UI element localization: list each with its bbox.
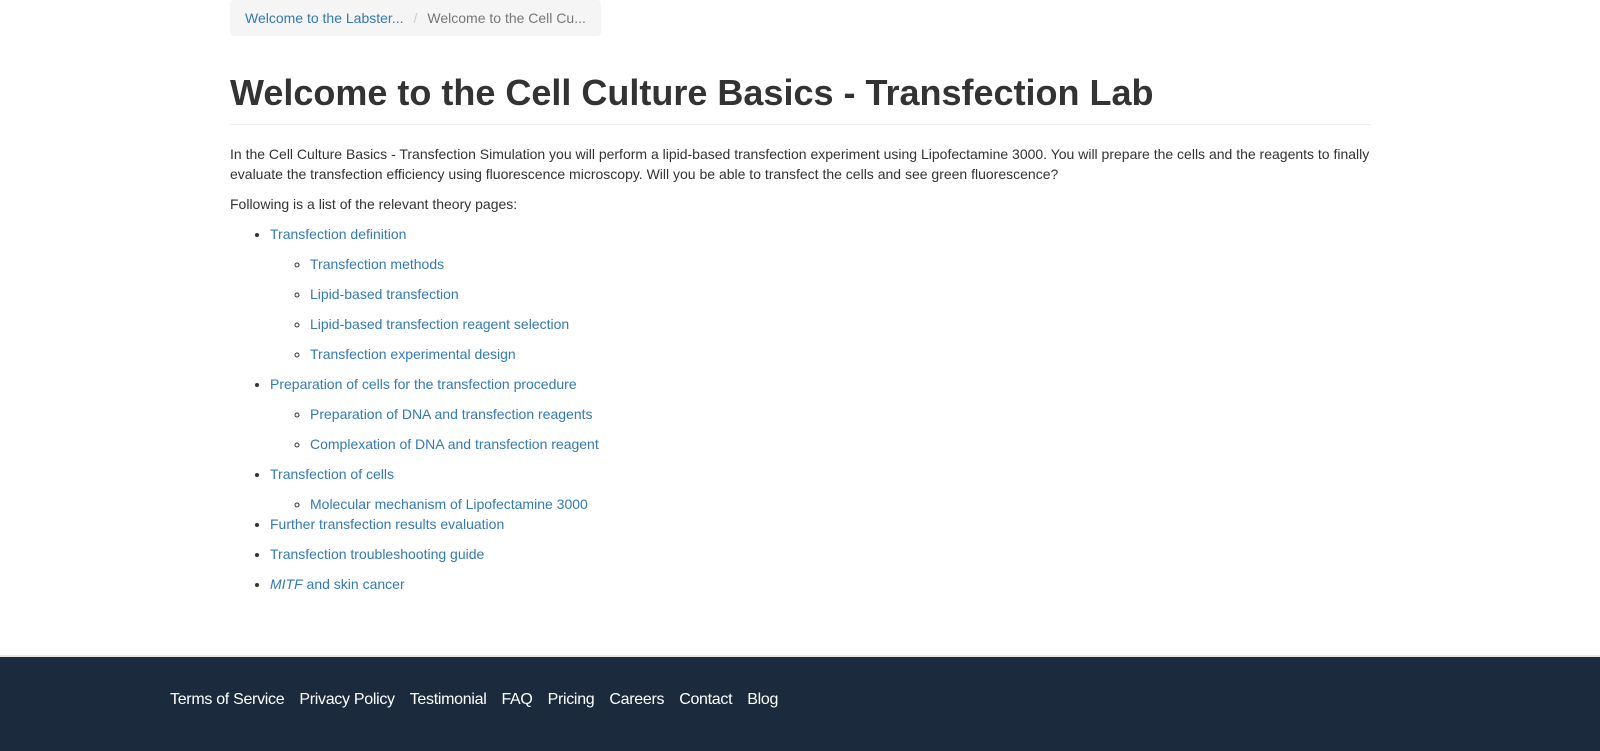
site-footer: Terms of Service Privacy Policy Testimon… xyxy=(0,655,1600,751)
footer-link-pricing[interactable]: Pricing xyxy=(548,690,595,710)
intro-paragraph: In the Cell Culture Basics - Transfectio… xyxy=(230,146,1370,182)
link-mitf-skin-cancer[interactable]: MITF and skin cancer xyxy=(270,576,405,592)
list-item: Transfection of cells Molecular mechanis… xyxy=(270,464,1371,514)
link-preparation-of-cells[interactable]: Preparation of cells for the transfectio… xyxy=(270,376,577,392)
list-item: Lipid-based transfection reagent selecti… xyxy=(310,314,1371,334)
footer-link-blog[interactable]: Blog xyxy=(747,690,778,710)
list-item: MITF and skin cancer xyxy=(270,574,1371,594)
list-item: Complexation of DNA and transfection rea… xyxy=(310,434,1371,454)
footer-link-terms[interactable]: Terms of Service xyxy=(170,690,285,710)
list-item: Preparation of DNA and transfection reag… xyxy=(310,404,1371,424)
link-mitf-rest: and skin cancer xyxy=(302,576,405,592)
link-experimental-design[interactable]: Transfection experimental design xyxy=(310,346,516,362)
page: Welcome to the Labster... / Welcome to t… xyxy=(0,0,1600,751)
breadcrumb: Welcome to the Labster... / Welcome to t… xyxy=(230,0,601,36)
theory-topic-list: Transfection definition Transfection met… xyxy=(230,224,1371,594)
list-item: Molecular mechanism of Lipofectamine 300… xyxy=(310,494,1371,514)
link-troubleshooting-guide[interactable]: Transfection troubleshooting guide xyxy=(270,546,484,562)
sub-topic-list: Preparation of DNA and transfection reag… xyxy=(270,404,1371,454)
list-item: Further transfection results evaluation xyxy=(270,514,1371,534)
list-item: Transfection methods xyxy=(310,254,1371,274)
footer-link-privacy[interactable]: Privacy Policy xyxy=(299,690,395,710)
footer-link-contact[interactable]: Contact xyxy=(679,690,732,710)
sub-topic-list: Molecular mechanism of Lipofectamine 300… xyxy=(270,494,1371,514)
list-item: Transfection experimental design xyxy=(310,344,1371,364)
link-transfection-definition[interactable]: Transfection definition xyxy=(270,226,406,242)
footer-link-testimonial[interactable]: Testimonial xyxy=(410,690,487,710)
link-further-results-evaluation[interactable]: Further transfection results evaluation xyxy=(270,516,504,532)
sub-topic-list: Transfection methods Lipid-based transfe… xyxy=(270,254,1371,364)
footer-link-faq[interactable]: FAQ xyxy=(501,690,532,710)
footer-link-careers[interactable]: Careers xyxy=(609,690,664,710)
link-lipid-based-transfection[interactable]: Lipid-based transfection xyxy=(310,286,459,302)
list-item: Transfection troubleshooting guide xyxy=(270,544,1371,564)
footer-nav: Terms of Service Privacy Policy Testimon… xyxy=(170,690,793,710)
list-item: Transfection definition Transfection met… xyxy=(270,224,1371,364)
link-transfection-methods[interactable]: Transfection methods xyxy=(310,256,444,272)
page-title: Welcome to the Cell Culture Basics - Tra… xyxy=(230,72,1371,125)
list-item: Lipid-based transfection xyxy=(310,284,1371,304)
list-item: Preparation of cells for the transfectio… xyxy=(270,374,1371,454)
link-mitf-italic: MITF xyxy=(270,576,303,592)
link-lipid-reagent-selection[interactable]: Lipid-based transfection reagent selecti… xyxy=(310,316,569,332)
link-preparation-of-dna[interactable]: Preparation of DNA and transfection reag… xyxy=(310,406,593,422)
main-container: Welcome to the Labster... / Welcome to t… xyxy=(230,0,1371,594)
link-molecular-mechanism[interactable]: Molecular mechanism of Lipofectamine 300… xyxy=(310,496,588,512)
breadcrumb-item-labster[interactable]: Welcome to the Labster... xyxy=(245,0,404,36)
breadcrumb-item-current: Welcome to the Cell Cu... xyxy=(427,10,586,26)
breadcrumb-separator: / xyxy=(413,10,418,26)
link-transfection-of-cells[interactable]: Transfection of cells xyxy=(270,466,394,482)
link-complexation-of-dna[interactable]: Complexation of DNA and transfection rea… xyxy=(310,436,599,452)
theory-pages-lead-in: Following is a list of the relevant theo… xyxy=(230,196,518,212)
